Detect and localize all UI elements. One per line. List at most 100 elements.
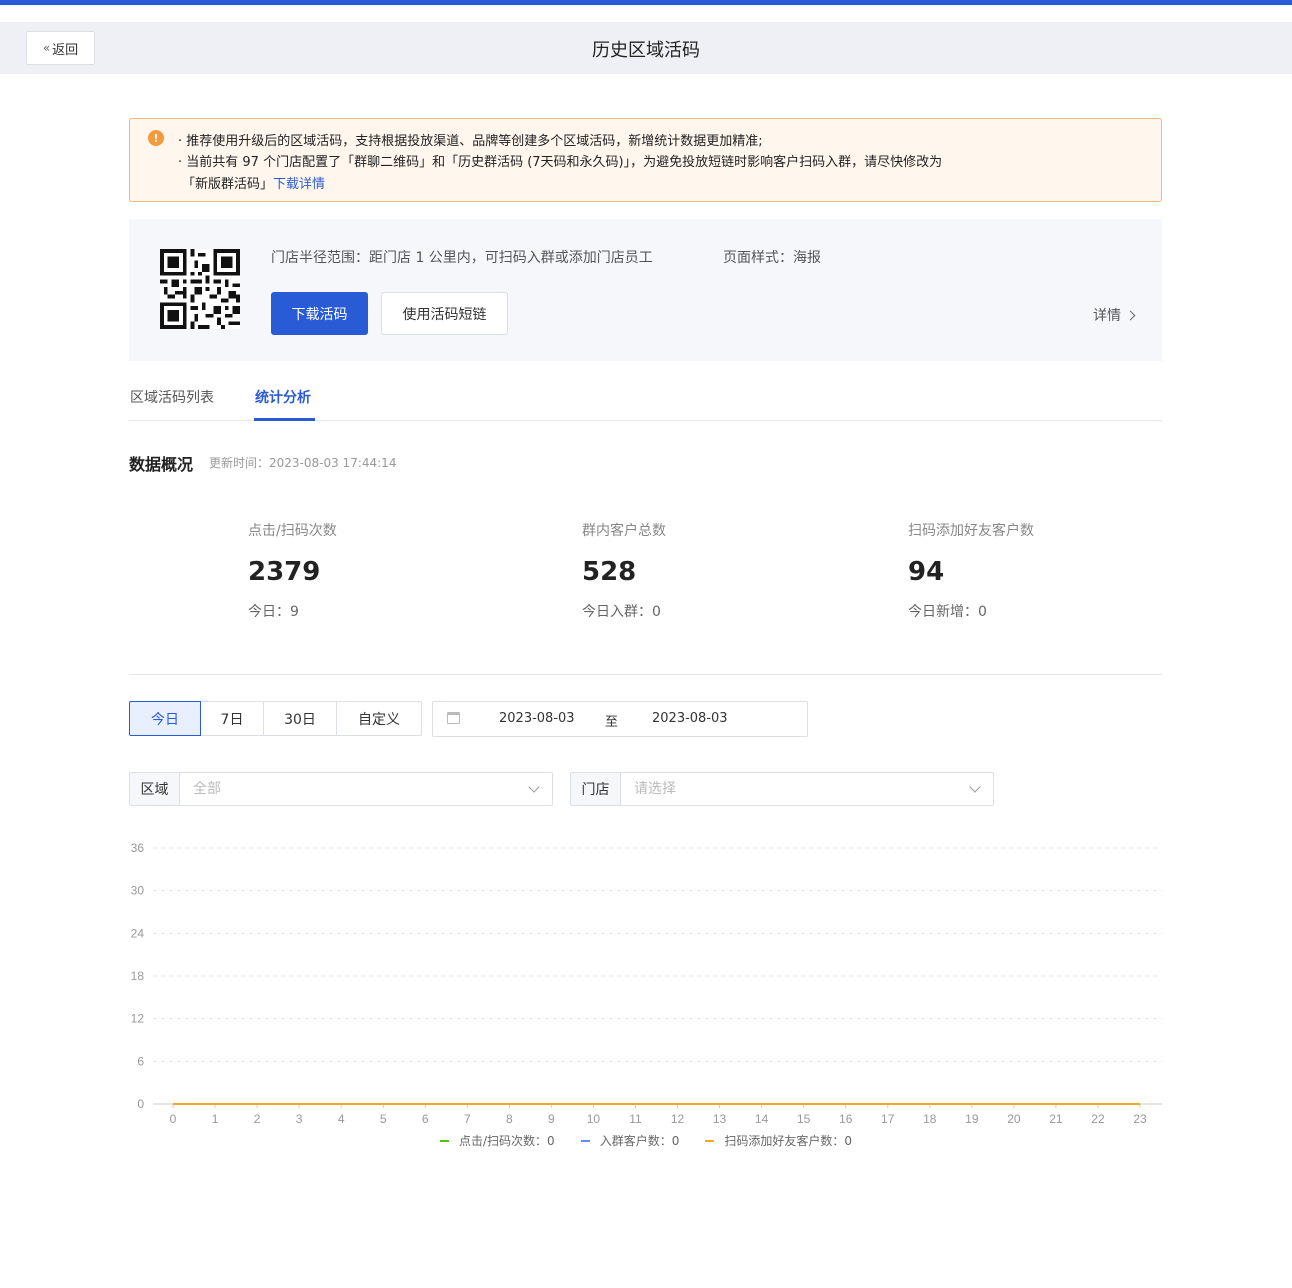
region-select-value: 全部 <box>193 781 221 797</box>
date-separator: 至 <box>605 715 619 730</box>
page-style-info: 页面样式：海报 <box>723 250 821 266</box>
x-tick-label: 8 <box>506 1112 513 1126</box>
x-tick-label: 9 <box>548 1112 555 1126</box>
x-tick-label: 22 <box>1091 1112 1105 1126</box>
x-tick-label: 12 <box>671 1112 685 1126</box>
alert-line-3: 「新版群活码」下载详情 <box>182 173 325 192</box>
stat-value: 94 <box>908 557 945 587</box>
x-tick-label: 20 <box>1007 1112 1021 1126</box>
x-tick-label: 17 <box>881 1112 895 1126</box>
legend-item[interactable]: 入群客户数：0 <box>580 1132 680 1149</box>
region-filter-label: 区域 <box>130 773 180 805</box>
chart-legend: 点击/扫码次数：0 入群客户数：0 扫码添加好友客户数：0 <box>0 1132 1292 1149</box>
stat-value: 528 <box>582 557 637 587</box>
stat-today: 今日新增：0 <box>908 604 987 620</box>
x-tick-label: 21 <box>1049 1112 1063 1126</box>
range-7d-button[interactable]: 7日 <box>200 701 264 736</box>
region-filter: 区域 全部 <box>129 772 553 806</box>
section-divider <box>129 674 1162 675</box>
stat-label: 点击/扫码次数 <box>248 523 337 539</box>
qr-code <box>160 249 240 329</box>
legend-item[interactable]: 点击/扫码次数：0 <box>440 1132 555 1149</box>
store-filter-label: 门店 <box>571 773 621 805</box>
x-tick-label: 23 <box>1133 1112 1147 1126</box>
x-tick-label: 7 <box>464 1112 471 1126</box>
range-selector: 今日 7日 30日 自定义 <box>129 701 422 736</box>
y-tick-label: 12 <box>131 1012 145 1026</box>
stat-today: 今日入群：0 <box>582 604 661 620</box>
range-custom-button[interactable]: 自定义 <box>336 701 422 736</box>
x-tick-label: 19 <box>965 1112 979 1126</box>
x-tick-label: 10 <box>587 1112 601 1126</box>
page-title: 历史区域活码 <box>592 40 700 61</box>
live-code-card: 门店半径范围：距门店 1 公里内，可扫码入群或添加门店员工 页面样式：海报 下载… <box>129 219 1162 361</box>
upgrade-alert: ! · 推荐使用升级后的区域活码，支持根据投放渠道、品牌等创建多个区域活码，新增… <box>129 118 1162 202</box>
tab-code-list[interactable]: 区域活码列表 <box>130 387 214 407</box>
download-detail-link[interactable]: 下载详情 <box>273 177 325 192</box>
x-tick-label: 15 <box>797 1112 811 1126</box>
x-tick-label: 5 <box>380 1112 387 1126</box>
y-tick-label: 6 <box>137 1054 144 1068</box>
y-tick-label: 18 <box>131 969 145 983</box>
x-tick-label: 13 <box>713 1112 727 1126</box>
store-select[interactable]: 请选择 <box>621 773 993 805</box>
x-tick-label: 1 <box>212 1112 219 1126</box>
start-date[interactable]: 2023-08-03 <box>499 711 575 726</box>
top-accent-bar <box>0 0 1292 5</box>
stat-group-members: 群内客户总数 528 今日入群：0 <box>582 520 666 621</box>
legend-swatch <box>440 1139 450 1142</box>
legend-label: 点击/扫码次数：0 <box>459 1134 555 1148</box>
store-filter: 门店 请选择 <box>570 772 994 806</box>
stat-clicks: 点击/扫码次数 2379 今日：9 <box>248 520 337 621</box>
x-tick-label: 4 <box>338 1112 345 1126</box>
update-time: 更新时间：2023-08-03 17:44:14 <box>209 456 397 470</box>
y-tick-label: 24 <box>131 926 145 940</box>
x-tick-label: 2 <box>254 1112 261 1126</box>
legend-label: 入群客户数：0 <box>599 1134 680 1148</box>
alert-line-1: · 推荐使用升级后的区域活码，支持根据投放渠道、品牌等创建多个区域活码，新增统计… <box>178 134 763 149</box>
x-tick-label: 18 <box>923 1112 937 1126</box>
alert-line-3-text: 「新版群活码」 <box>182 177 274 192</box>
stat-friend-adds: 扫码添加好友客户数 94 今日新增：0 <box>908 520 1034 621</box>
chevron-down-icon <box>528 781 540 793</box>
alert-line-2: · 当前共有 97 个门店配置了「群聊二维码」和「历史群活码 (7天码和永久码)… <box>178 155 943 170</box>
x-tick-label: 6 <box>422 1112 429 1126</box>
store-select-placeholder: 请选择 <box>634 781 676 797</box>
stat-value: 2379 <box>248 557 321 587</box>
range-30d-button[interactable]: 30日 <box>263 701 337 736</box>
calendar-icon <box>447 712 460 724</box>
region-select[interactable]: 全部 <box>180 773 552 805</box>
chevron-right-icon <box>1125 310 1136 320</box>
use-shortlink-button[interactable]: 使用活码短链 <box>381 292 508 335</box>
legend-swatch <box>580 1139 590 1142</box>
y-tick-label: 30 <box>131 884 145 898</box>
detail-label: 详情 <box>1093 308 1121 324</box>
x-tick-label: 11 <box>629 1112 642 1126</box>
y-tick-label: 36 <box>131 841 145 855</box>
legend-item[interactable]: 扫码添加好友客户数：0 <box>705 1132 852 1149</box>
range-today-button[interactable]: 今日 <box>129 701 201 736</box>
trend-line-chart: 0612182430360 1 2 3 4 5 6 7 8 9 10 11 12 13 14 15 16 17 18… <box>131 841 1162 1126</box>
page-header: « 返回 历史区域活码 <box>0 22 1292 74</box>
legend-swatch <box>705 1139 715 1142</box>
x-tick-label: 0 <box>170 1112 177 1126</box>
overview-title: 数据概况 <box>129 455 194 474</box>
active-tab-indicator <box>254 418 315 421</box>
radius-info: 门店半径范围：距门店 1 公里内，可扫码入群或添加门店员工 <box>271 250 653 266</box>
detail-link[interactable]: 详情 <box>1093 305 1136 325</box>
x-tick-label: 14 <box>755 1112 769 1126</box>
warning-icon: ! <box>148 130 164 146</box>
date-range-picker[interactable]: 2023-08-03 至 2023-08-03 <box>432 701 808 737</box>
y-tick-label: 0 <box>137 1097 144 1111</box>
stat-label: 群内客户总数 <box>582 523 666 539</box>
chevron-down-icon <box>969 781 981 793</box>
stat-label: 扫码添加好友客户数 <box>908 523 1034 539</box>
x-tick-label: 16 <box>839 1112 853 1126</box>
x-tick-label: 3 <box>296 1112 303 1126</box>
download-code-button[interactable]: 下载活码 <box>271 292 368 335</box>
stat-today: 今日：9 <box>248 604 299 620</box>
tab-statistics[interactable]: 统计分析 <box>255 387 311 407</box>
legend-label: 扫码添加好友客户数：0 <box>724 1134 852 1148</box>
tab-bar: 区域活码列表 统计分析 <box>129 380 1162 421</box>
end-date[interactable]: 2023-08-03 <box>652 711 728 726</box>
